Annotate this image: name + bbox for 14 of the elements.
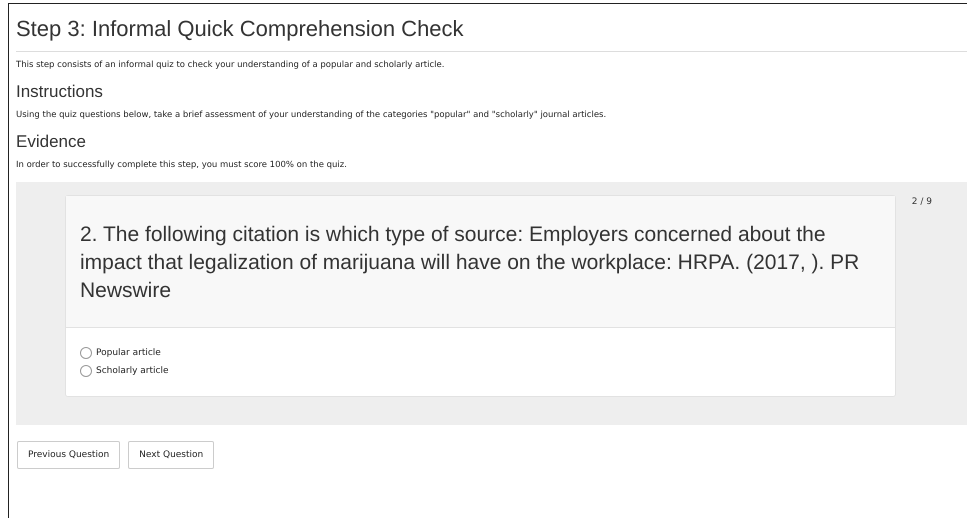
intro-text: This step consists of an informal quiz to check your understanding of a popular and scholarly article. xyxy=(16,60,446,70)
question-text: 2. The following citation is which type of source: Employers concerned about the impact that legalization of marijuana will have on the workplace: HRPA. (2017, ). PR Newswire xyxy=(66,196,895,328)
section-text: In order to successfully complete this step, you must score 100% on the quiz. xyxy=(16,160,348,170)
option-label[interactable]: Scholarly article xyxy=(96,366,169,376)
nav-button[interactable]: Next Question xyxy=(128,441,214,469)
section-heading: Instructions xyxy=(16,82,104,102)
page-title: Step 3: Informal Quick Comprehension Check xyxy=(16,16,967,52)
option-label[interactable]: Popular article xyxy=(96,348,161,358)
question-counter: 2 / 9 xyxy=(912,197,932,207)
nav-button[interactable]: Previous Question xyxy=(17,441,120,469)
radio-button[interactable] xyxy=(80,347,92,359)
radio-button[interactable] xyxy=(80,365,92,377)
section-heading: Evidence xyxy=(16,132,87,152)
section-text: Using the quiz questions below, take a brief assessment of your understanding of the categories "popular" and "scholarly" journal articles. xyxy=(16,110,608,120)
